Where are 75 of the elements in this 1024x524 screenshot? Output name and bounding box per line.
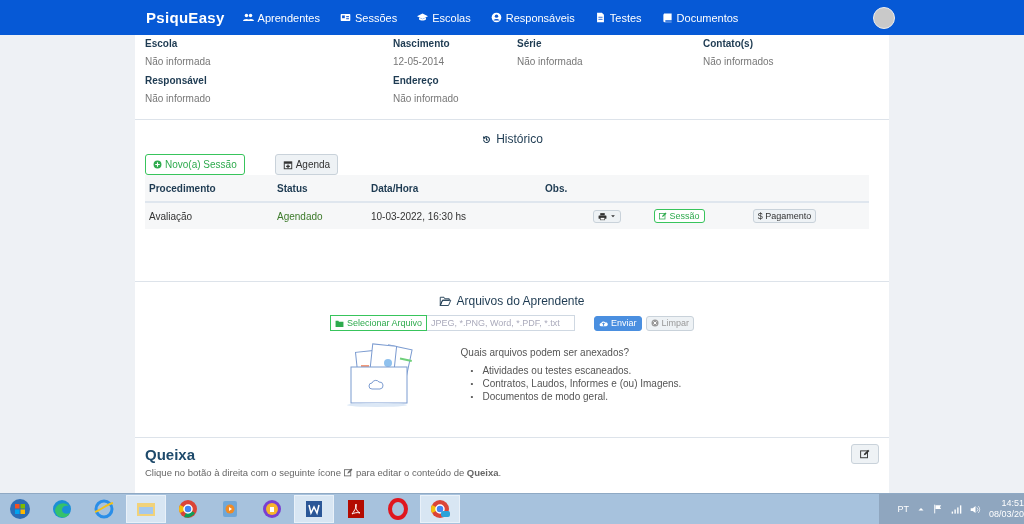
nav-link[interactable]: Aprendentes [242, 11, 320, 24]
book-icon [661, 12, 673, 23]
nav-link[interactable]: Documentos [661, 11, 739, 24]
nav-link[interactable]: Responsáveis [490, 11, 575, 24]
brand-logo[interactable]: PsiquEasy [146, 9, 225, 26]
taskbar-app[interactable] [420, 495, 460, 523]
document-icon [594, 12, 606, 23]
field-label: Responsável [145, 75, 208, 86]
field-label: Contato(s) [703, 38, 754, 49]
word-icon [303, 498, 325, 520]
taskbar-app[interactable] [294, 495, 334, 523]
column-header: Obs. [541, 175, 589, 202]
pdf-icon [345, 498, 367, 520]
edit-icon [658, 212, 667, 220]
select-file-button[interactable]: Selecionar Arquivo [329, 315, 427, 331]
caret-icon [610, 212, 616, 220]
field-value: Não informado [145, 93, 212, 104]
field-value: Não informada [517, 56, 584, 67]
folder-icon [334, 318, 344, 328]
bullet-mark: • [470, 391, 474, 403]
signal-icon [950, 503, 962, 515]
field-value: Não informada [145, 56, 212, 67]
start-orb-icon [9, 498, 31, 520]
speaker-icon [969, 503, 981, 515]
column-header: Data/Hora [367, 175, 541, 202]
send-button[interactable]: Enviar [594, 315, 642, 331]
agenda-button[interactable]: Agenda [274, 154, 339, 175]
calendar-icon [282, 159, 293, 170]
help-item: Documentos de modo geral. [482, 390, 609, 403]
flag-icon [932, 504, 943, 514]
edit-icon [343, 468, 353, 477]
table-cell: Agendado [273, 202, 367, 229]
help-item: Atividades ou testes escaneados. [482, 364, 632, 377]
help-question: Quais arquivos podem ser anexados? [460, 347, 631, 358]
hint-text: para editar o conteúdo de Queixa. [355, 466, 502, 479]
nav-link[interactable]: Sessões [339, 11, 398, 24]
print-button[interactable] [593, 209, 621, 223]
new-session-button[interactable]: Novo(a) Sessão [145, 154, 245, 175]
column-header: Procedimento [145, 175, 273, 202]
field-label: Nascimento [393, 38, 451, 49]
field-label: Escola [145, 38, 179, 49]
plus-circle-icon [153, 160, 162, 169]
section-title: Arquivos do Aprendente [456, 294, 585, 308]
up-arrow-icon [916, 505, 925, 513]
avatar[interactable] [873, 6, 895, 29]
history-icon [481, 133, 493, 145]
file-name-field[interactable]: JPEG, *.PNG, Word, *.PDF, *.txt [427, 315, 575, 331]
folder-open-icon [439, 295, 453, 307]
table-cell: Avaliação [145, 202, 273, 229]
field-label: Série [517, 38, 543, 49]
clear-icon [650, 319, 659, 327]
bullet-mark: • [470, 365, 474, 377]
edit-button[interactable] [851, 444, 879, 464]
session-button[interactable]: Sessão [653, 209, 705, 223]
bullet-mark: • [470, 378, 474, 390]
section-title: Histórico [496, 132, 543, 146]
printer-icon [598, 211, 607, 221]
field-value: Não informado [393, 93, 460, 104]
table-cell: 10-03-2022, 16:30 hs [367, 202, 541, 229]
column-header: Status [273, 175, 367, 202]
users-icon [242, 12, 254, 23]
field-label: Endereço [393, 75, 440, 86]
section-title: Queixa [145, 445, 196, 463]
nav-link[interactable]: Testes [594, 11, 642, 24]
hint-text: Clique no botão à direita com o seguinte ícone [145, 466, 341, 479]
edit-icon [860, 449, 870, 459]
field-value: Não informados [703, 56, 775, 67]
help-item: Contratos, Laudos, Informes e (ou) Imagens. [482, 377, 682, 390]
payment-button[interactable]: $ Pagamento [752, 209, 817, 223]
cloud-upload-icon [599, 318, 608, 328]
id-card-icon [339, 12, 351, 23]
field-value: 12-05-2014 [393, 56, 446, 67]
nav-link[interactable]: Escolas [417, 11, 471, 24]
graduation-cap-icon [417, 12, 429, 23]
user-circle-icon [490, 12, 502, 23]
